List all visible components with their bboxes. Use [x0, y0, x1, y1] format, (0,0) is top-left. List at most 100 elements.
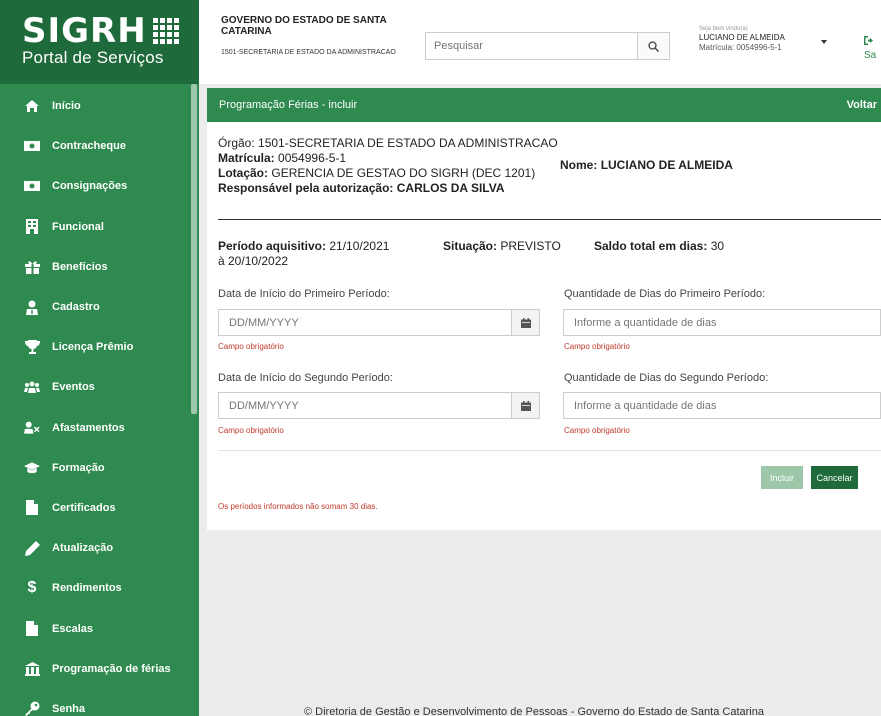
- search-box: [425, 32, 670, 60]
- search-input[interactable]: [426, 33, 637, 59]
- sidebar-item-label: Senha: [52, 702, 86, 715]
- sidebar-item-certificados[interactable]: Certificados: [0, 488, 199, 528]
- data-inicio-2-field: [218, 392, 540, 419]
- user-times-icon: [24, 420, 40, 436]
- back-link[interactable]: Voltar: [847, 99, 877, 111]
- qtd-2-input[interactable]: [564, 393, 880, 418]
- calendar-button[interactable]: [511, 310, 539, 335]
- validation-error: Os períodos informados não somam 30 dias…: [218, 502, 378, 511]
- periodo-label: Período aquisitivo:: [218, 239, 327, 253]
- sidebar-item-label: Formação: [52, 461, 105, 474]
- ferias-panel: Programação Férias - incluir Voltar Órgã…: [207, 88, 881, 530]
- calendar-icon: [520, 400, 531, 411]
- money-icon: [24, 138, 40, 154]
- sidebar-item-inicio[interactable]: Início: [0, 86, 199, 126]
- logout-button[interactable]: Sa: [864, 36, 876, 62]
- money-icon: [24, 178, 40, 194]
- file-icon: [24, 621, 40, 637]
- caret-down-icon[interactable]: [821, 40, 827, 44]
- logout-label: Sa: [864, 50, 877, 61]
- sign-out-icon: [864, 36, 873, 45]
- building-icon: [24, 219, 40, 235]
- graduation-cap-icon: [24, 460, 40, 476]
- top-header: GOVERNO DO ESTADO DE SANTA CATARINA 1501…: [199, 0, 881, 84]
- matricula-value: 0054996-5-1: [278, 151, 347, 165]
- nome-label: Nome:: [560, 158, 598, 172]
- data-inicio-1-input[interactable]: [219, 310, 511, 335]
- logo[interactable]: SIGRH Portal de Serviços: [0, 0, 199, 84]
- qtd-1-label: Quantidade de Dias do Primeiro Período:: [564, 288, 766, 300]
- sidebar-scrollbar[interactable]: [191, 84, 197, 414]
- saldo-value: 30: [710, 239, 725, 253]
- periodo-aquisitivo: Período aquisitivo: 21/10/2021 à 20/10/2…: [218, 239, 398, 269]
- logo-subtitle: Portal de Serviços: [22, 48, 164, 67]
- qtd-1-input[interactable]: [564, 310, 880, 335]
- sidebar-item-atualizacao[interactable]: Atualização: [0, 528, 199, 568]
- divider: [218, 219, 881, 220]
- lotacao-label: Lotação:: [218, 166, 269, 180]
- pencil-icon: [24, 540, 40, 556]
- sidebar-item-licenca-premio[interactable]: Licença Prêmio: [0, 327, 199, 367]
- qtd-2-field: [563, 392, 881, 419]
- required-message: Campo obrigatório: [218, 342, 284, 351]
- calendar-button[interactable]: [511, 393, 539, 418]
- saldo: Saldo total em dias: 30: [594, 239, 724, 253]
- sidebar-item-label: Afastamentos: [52, 421, 125, 434]
- data-inicio-1-field: [218, 309, 540, 336]
- sidebar-item-funcional[interactable]: Funcional: [0, 207, 199, 247]
- sidebar-item-label: Funcional: [52, 220, 104, 233]
- saldo-label: Saldo total em dias:: [594, 239, 708, 253]
- footer: © Diretoria de Gestão e Desenvolvimento …: [304, 706, 764, 716]
- sidebar-item-beneficios[interactable]: Benefícios: [0, 247, 199, 287]
- panel-header: Programação Férias - incluir Voltar: [207, 88, 881, 122]
- sidebar-item-label: Contracheque: [52, 140, 126, 153]
- gov-title: GOVERNO DO ESTADO DE SANTA CATARINA: [221, 15, 387, 37]
- bank-icon: [24, 661, 40, 677]
- sidebar-item-label: Rendimentos: [52, 582, 122, 595]
- sidebar-item-label: Atualização: [52, 542, 114, 555]
- user-menu[interactable]: Seja bem vindo(a) LUCIANO DE ALMEIDA Mat…: [699, 26, 819, 52]
- calendar-icon: [520, 317, 531, 328]
- responsavel-value: CARLOS DA SILVA: [396, 181, 505, 195]
- sidebar-item-label: Consignações: [52, 180, 128, 193]
- sidebar-item-label: Programação de férias: [52, 662, 171, 675]
- search-icon: [648, 40, 659, 52]
- cancelar-button[interactable]: Cancelar: [811, 466, 858, 489]
- sidebar-item-rendimentos[interactable]: $ Rendimentos: [0, 568, 199, 608]
- home-icon: [24, 98, 40, 114]
- responsavel-label: Responsável pela autorização:: [218, 181, 394, 195]
- matricula-row: Matrícula: 0054996-5-1: [218, 151, 558, 166]
- key-icon: [24, 701, 40, 716]
- orgao-label: Órgão:: [218, 136, 255, 150]
- welcome-text: Seja bem vindo(a): [699, 26, 748, 32]
- trophy-icon: [24, 339, 40, 355]
- sidebar-item-consignacoes[interactable]: Consignações: [0, 166, 199, 206]
- divider: [218, 450, 881, 451]
- sidebar-item-senha[interactable]: Senha: [0, 689, 199, 716]
- sidebar-item-label: Certificados: [52, 501, 116, 514]
- responsavel-row: Responsável pela autorização: CARLOS DA …: [218, 181, 558, 196]
- sidebar-item-programacao-ferias[interactable]: Programação de férias: [0, 649, 199, 689]
- sidebar-item-label: Escalas: [52, 622, 93, 635]
- logo-text: SIGRH: [22, 11, 147, 51]
- file-icon: [24, 500, 40, 516]
- sidebar-item-contracheque[interactable]: Contracheque: [0, 126, 199, 166]
- data-inicio-2-input[interactable]: [219, 393, 511, 418]
- incluir-button[interactable]: Incluir: [761, 466, 803, 489]
- logo-grid-icon: [152, 18, 179, 44]
- sidebar-item-formacao[interactable]: Formação: [0, 448, 199, 488]
- situacao-label: Situação:: [443, 239, 498, 253]
- matricula-label: Matrícula:: [218, 151, 275, 165]
- qtd-1-field: [563, 309, 881, 336]
- user-matricula: Matrícula: 0054996-5-1: [699, 43, 782, 52]
- orgao-value: 1501-SECRETARIA DE ESTADO DA ADMINISTRAC…: [258, 136, 558, 150]
- search-button[interactable]: [637, 33, 669, 59]
- orgao-row: Órgão: 1501-SECRETARIA DE ESTADO DA ADMI…: [218, 136, 558, 151]
- sidebar-item-cadastro[interactable]: Cadastro: [0, 287, 199, 327]
- sidebar-item-escalas[interactable]: Escalas: [0, 608, 199, 648]
- sidebar-item-eventos[interactable]: Eventos: [0, 367, 199, 407]
- gift-icon: [24, 259, 40, 275]
- sidebar-item-afastamentos[interactable]: Afastamentos: [0, 408, 199, 448]
- sidebar-item-label: Benefícios: [52, 260, 108, 273]
- required-message: Campo obrigatório: [218, 426, 284, 435]
